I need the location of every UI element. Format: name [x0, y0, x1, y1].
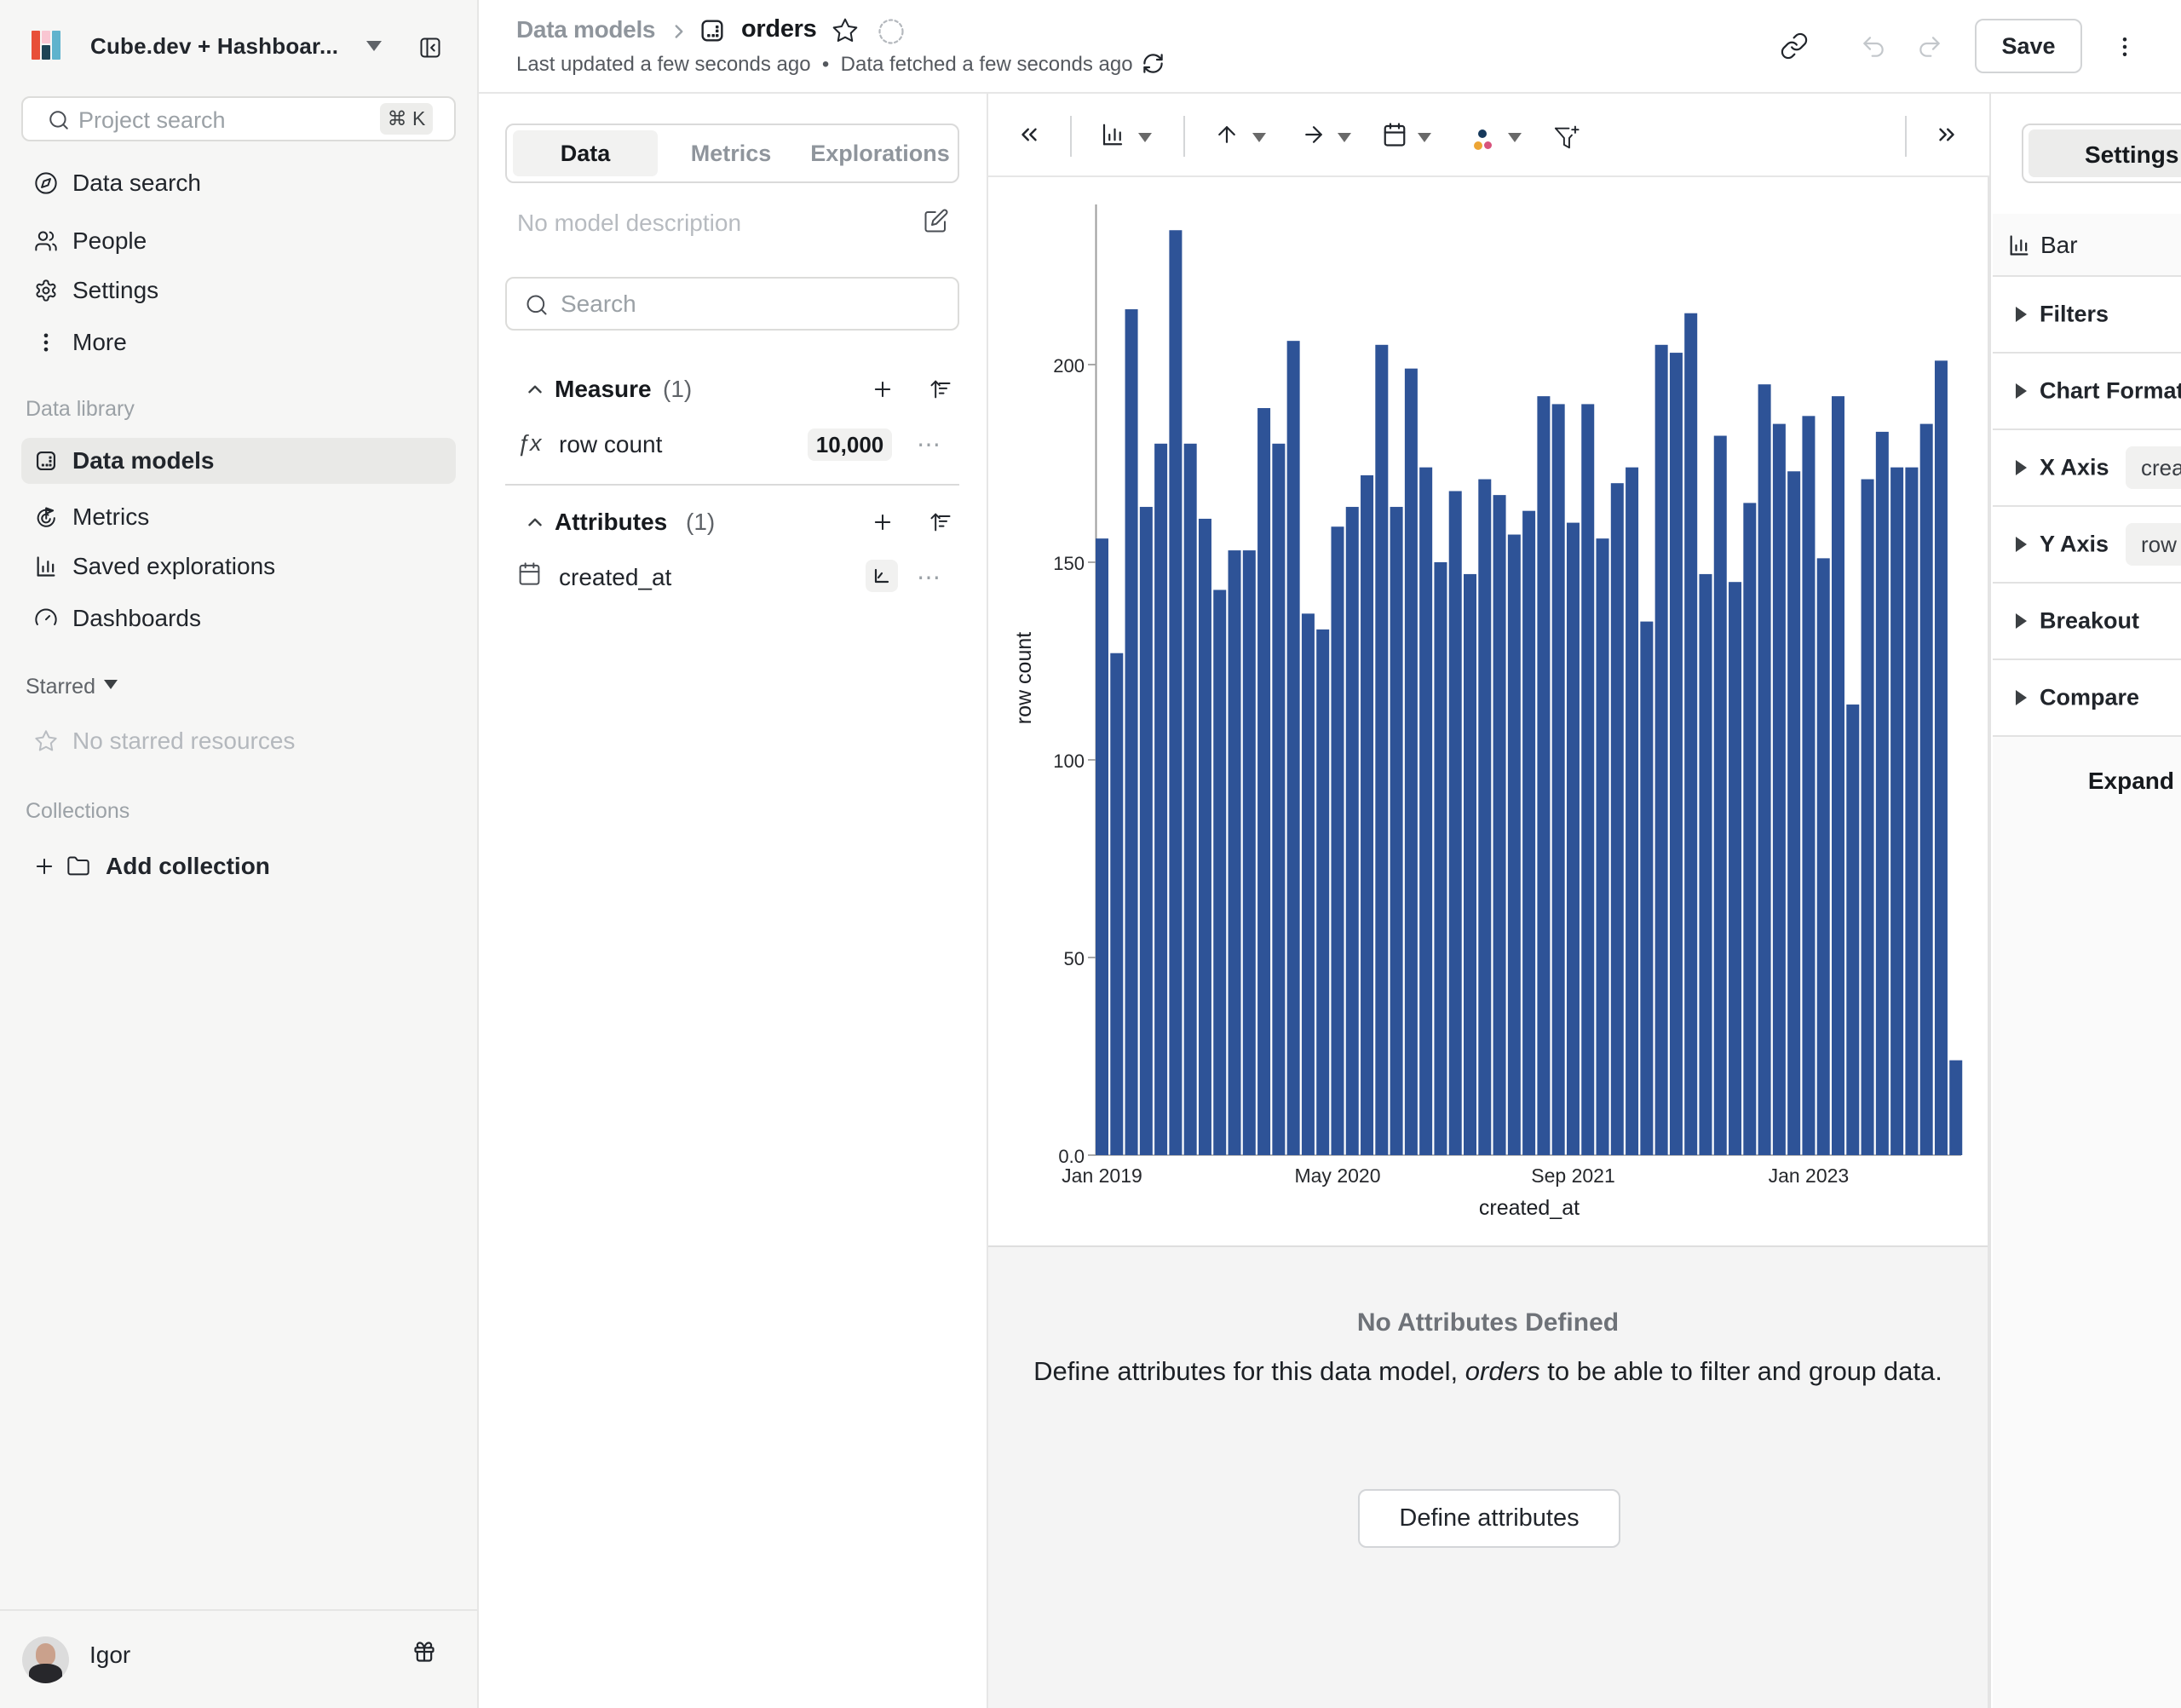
svg-text:row count: row count [1012, 632, 1036, 724]
svg-text:100: 100 [1053, 750, 1085, 772]
svg-text:50: 50 [1064, 948, 1085, 969]
svg-text:Jan 2019: Jan 2019 [1062, 1165, 1142, 1187]
svg-text:150: 150 [1053, 553, 1085, 574]
svg-text:created_at: created_at [1479, 1196, 1580, 1220]
svg-text:May 2020: May 2020 [1294, 1165, 1380, 1187]
svg-text:200: 200 [1053, 355, 1085, 377]
svg-text:Sep 2021: Sep 2021 [1531, 1165, 1614, 1187]
svg-text:Jan 2023: Jan 2023 [1769, 1165, 1850, 1187]
